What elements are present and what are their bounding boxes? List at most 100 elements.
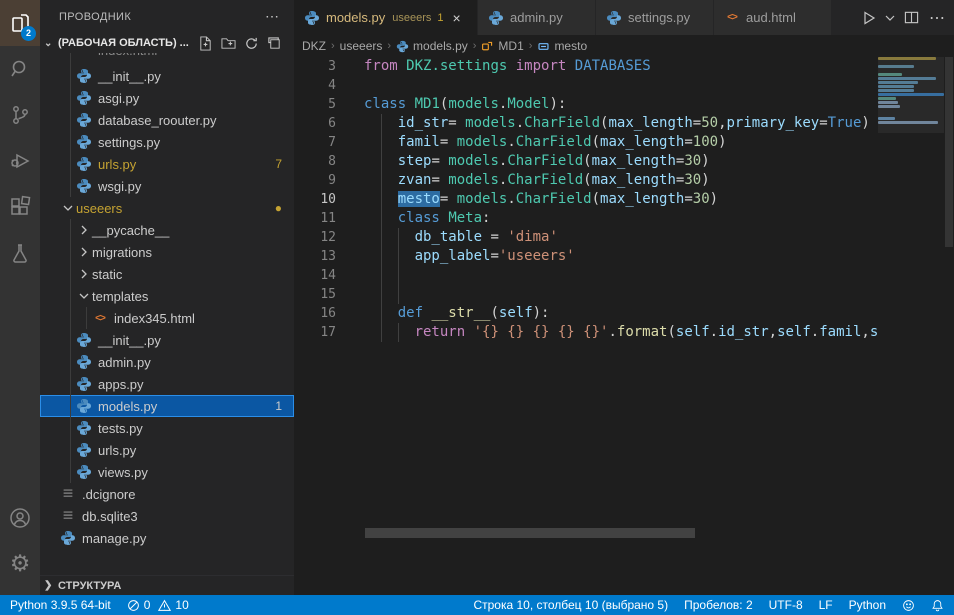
code-editor[interactable]: 3from DKZ.settings import DATABASES45cla… (294, 57, 954, 595)
horizontal-scrollbar[interactable] (365, 528, 695, 538)
extensions-icon[interactable] (0, 184, 40, 230)
outline-section-header[interactable]: ❯ СТРУКТУРА (40, 575, 294, 595)
run-debug-icon[interactable] (0, 138, 40, 184)
tree-folder-static[interactable]: static (40, 263, 294, 285)
generic-file-icon (76, 53, 92, 58)
breadcrumb-item-MD1[interactable]: MD1 (481, 39, 523, 53)
bell-icon[interactable] (931, 599, 944, 612)
indent-guide (70, 131, 71, 153)
editor-group: models.pyuseeers1×admin.pysettings.py<>a… (294, 0, 954, 595)
feedback-icon[interactable] (902, 599, 915, 612)
indent-guide (70, 175, 71, 197)
activity-bar: 2 ⚙ (0, 0, 40, 595)
status-item[interactable]: LF (819, 598, 833, 612)
code-line-9[interactable]: 9 zvan= models.CharField(max_length=30) (294, 171, 954, 190)
indent-guide (381, 209, 382, 228)
code-line-7[interactable]: 7 famil= models.CharField(max_length=100… (294, 133, 954, 152)
tree-folder-useeers[interactable]: useeers● (40, 197, 294, 219)
tree-file-views.py[interactable]: views.py (40, 461, 294, 483)
problems-status[interactable]: 0 10 (127, 598, 189, 612)
code-line-6[interactable]: 6 id_str= models.CharField(max_length=50… (294, 114, 954, 133)
tree-folder-templates[interactable]: templates (40, 285, 294, 307)
tree-file-urls.py[interactable]: urls.py (40, 439, 294, 461)
code-line-12[interactable]: 12 db_table = 'dima' (294, 228, 954, 247)
tree-file-index.html[interactable]: index.html (40, 53, 294, 65)
code-line-15[interactable]: 15 (294, 285, 954, 304)
new-folder-icon[interactable] (221, 36, 236, 51)
collapse-all-icon[interactable] (267, 36, 282, 51)
split-editor-icon[interactable] (900, 7, 922, 29)
code-token: CharField (524, 115, 600, 131)
code-line-11[interactable]: 11 class Meta: (294, 209, 954, 228)
workspace-section-header[interactable]: ⌄ (РАБОЧАЯ ОБЛАСТЬ) ... (40, 33, 294, 53)
indent-guide (381, 133, 382, 152)
tree-file-apps.py[interactable]: apps.py (40, 373, 294, 395)
run-dropdown-icon[interactable] (884, 7, 896, 29)
indent-guide (381, 304, 382, 323)
settings-gear-icon[interactable]: ⚙ (0, 541, 40, 587)
source-control-icon[interactable] (0, 92, 40, 138)
code-line-13[interactable]: 13 app_label='useeers' (294, 247, 954, 266)
new-file-icon[interactable] (198, 36, 213, 51)
breadcrumb-item-models.py[interactable]: models.py (396, 39, 468, 53)
tab-aud.html[interactable]: <>aud.html (714, 0, 832, 35)
indent-guide (70, 373, 71, 395)
refresh-icon[interactable] (244, 36, 259, 51)
tree-file-tests.py[interactable]: tests.py (40, 417, 294, 439)
status-item[interactable]: Python (849, 598, 886, 612)
tab-settings.py[interactable]: settings.py (596, 0, 714, 35)
status-item[interactable]: Пробелов: 2 (684, 598, 753, 612)
tree-file-models.py[interactable]: models.py1 (40, 395, 294, 417)
tree-file-__init__.py[interactable]: __init__.py (40, 65, 294, 87)
tree-file-urls.py[interactable]: urls.py7 (40, 153, 294, 175)
file-label: __init__.py (98, 333, 161, 348)
tree-folder-migrations[interactable]: migrations (40, 241, 294, 263)
code-line-4[interactable]: 4 (294, 76, 954, 95)
tab-admin.py[interactable]: admin.py (478, 0, 596, 35)
indent-guide (70, 219, 71, 241)
vertical-scrollbar[interactable] (944, 57, 954, 538)
tree-file-admin.py[interactable]: admin.py (40, 351, 294, 373)
code-token: famil (819, 324, 861, 340)
tree-file-db.sqlite3[interactable]: db.sqlite3 (40, 505, 294, 527)
tree-file-__init__.py[interactable]: __init__.py (40, 329, 294, 351)
tree-file-asgi.py[interactable]: asgi.py (40, 87, 294, 109)
more-actions-icon[interactable]: ⋯ (265, 8, 280, 25)
tree-file-database_roouter.py[interactable]: database_roouter.py (40, 109, 294, 131)
indent-guide (381, 323, 382, 342)
indent-guide (398, 228, 399, 247)
code-line-8[interactable]: 8 step= models.CharField(max_length=30) (294, 152, 954, 171)
python-file-icon (396, 40, 409, 53)
search-icon[interactable] (0, 46, 40, 92)
tab-models.py[interactable]: models.pyuseeers1× (294, 0, 478, 35)
code-token: models (457, 134, 508, 150)
close-icon[interactable]: × (453, 10, 461, 26)
account-icon[interactable] (0, 495, 40, 541)
code-line-16[interactable]: 16 def __str__(self): (294, 304, 954, 323)
minimap[interactable] (878, 57, 944, 538)
status-item[interactable]: UTF-8 (769, 598, 803, 612)
tree-file-index345.html[interactable]: <>index345.html (40, 307, 294, 329)
tree-file-manage.py[interactable]: manage.py (40, 527, 294, 549)
breadcrumb-item-DKZ[interactable]: DKZ (302, 39, 326, 53)
code-line-5[interactable]: 5class MD1(models.Model): (294, 95, 954, 114)
more-actions-icon[interactable]: ⋯ (926, 7, 948, 29)
python-interpreter[interactable]: Python 3.9.5 64-bit (10, 598, 111, 612)
breadcrumb-item-mesto[interactable]: mesto (537, 39, 587, 53)
status-item[interactable]: Строка 10, столбец 10 (выбрано 5) (473, 598, 668, 612)
testing-icon[interactable] (0, 230, 40, 276)
explorer-icon[interactable]: 2 (0, 0, 40, 46)
tree-file-wsgi.py[interactable]: wsgi.py (40, 175, 294, 197)
code-line-3[interactable]: 3from DKZ.settings import DATABASES (294, 57, 954, 76)
breadcrumb-item-useeers[interactable]: useeers (340, 39, 383, 53)
indent-guide (70, 351, 71, 373)
tree-folder-__pycache__[interactable]: __pycache__ (40, 219, 294, 241)
tree-file-settings.py[interactable]: settings.py (40, 131, 294, 153)
code-line-14[interactable]: 14 (294, 266, 954, 285)
tree-file-.dcignore[interactable]: .dcignore (40, 483, 294, 505)
code-line-17[interactable]: 17 return '{} {} {} {} {}'.format(self.i… (294, 323, 954, 342)
minimap-slider[interactable] (878, 57, 944, 133)
code-line-10[interactable]: 10 mesto= models.CharField(max_length=30… (294, 190, 954, 209)
run-icon[interactable] (858, 7, 880, 29)
python-file-icon (488, 10, 504, 26)
